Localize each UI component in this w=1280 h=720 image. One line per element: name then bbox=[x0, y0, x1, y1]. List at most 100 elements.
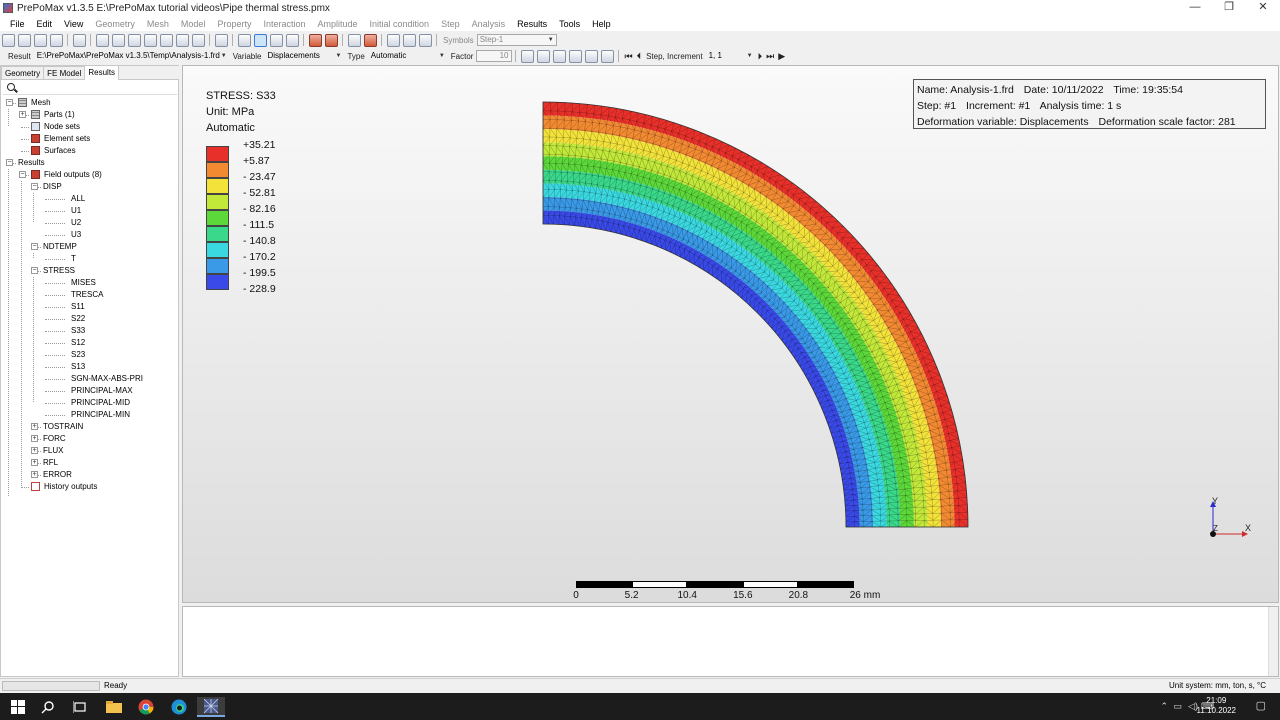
tree-node[interactable]: S12 bbox=[1, 337, 179, 349]
graphics-viewport[interactable]: STRESS: S33 Unit: MPa Automatic +35.21 +5… bbox=[182, 65, 1279, 603]
task-view-icon[interactable] bbox=[66, 697, 94, 717]
tree-node[interactable]: Surfaces bbox=[1, 145, 179, 157]
show-icon[interactable] bbox=[386, 33, 400, 47]
left-view-icon[interactable] bbox=[159, 33, 173, 47]
tree-node[interactable]: + TOSTRAIN bbox=[1, 421, 179, 433]
wireframe-icon[interactable] bbox=[237, 33, 251, 47]
normal-view-icon[interactable] bbox=[191, 33, 205, 47]
right-view-icon[interactable] bbox=[175, 33, 189, 47]
save-icon[interactable] bbox=[49, 33, 63, 47]
taskbar-clock[interactable]: 21:09 11.10.2022 bbox=[1197, 696, 1236, 716]
menu-view[interactable]: View bbox=[58, 19, 89, 29]
collapse-icon[interactable]: − bbox=[19, 171, 26, 178]
console-scrollbar[interactable] bbox=[1268, 607, 1278, 676]
variable-combo[interactable]: Displacements ▼ bbox=[264, 50, 344, 62]
tree-node[interactable]: T bbox=[1, 253, 179, 265]
tree-node[interactable]: SGN-MAX-ABS-PRI bbox=[1, 373, 179, 385]
menu-edit[interactable]: Edit bbox=[31, 19, 59, 29]
collapse-icon[interactable]: − bbox=[31, 183, 38, 190]
tree-node[interactable]: + Parts (1) bbox=[1, 109, 179, 121]
tree-node[interactable]: S33 bbox=[1, 325, 179, 337]
expand-icon[interactable]: + bbox=[31, 423, 38, 430]
network-icon[interactable]: ▭ bbox=[1173, 701, 1182, 712]
hide-icon[interactable] bbox=[402, 33, 416, 47]
tree-search-input[interactable] bbox=[3, 82, 177, 95]
result-file-combo[interactable]: E:\PrePoMax\PrePoMax v1.3.5\Temp\Analysi… bbox=[34, 50, 230, 62]
type-combo[interactable]: Automatic ▼ bbox=[368, 50, 448, 62]
tree-node[interactable]: S13 bbox=[1, 361, 179, 373]
shaded-edges-icon[interactable] bbox=[253, 33, 267, 47]
tree-node[interactable]: S11 bbox=[1, 301, 179, 313]
remove-annotations-icon[interactable] bbox=[324, 33, 338, 47]
tree-node[interactable]: U2 bbox=[1, 217, 179, 229]
tree-node[interactable]: Element sets bbox=[1, 133, 179, 145]
prepomax-taskbar-icon[interactable] bbox=[197, 697, 225, 717]
tree-node[interactable]: + ERROR bbox=[1, 469, 179, 481]
import-icon[interactable] bbox=[33, 33, 47, 47]
tree-node[interactable]: ALL bbox=[1, 193, 179, 205]
previous-increment-icon[interactable]: ⏴ bbox=[637, 51, 642, 62]
tree-node[interactable]: PRINCIPAL-MIN bbox=[1, 409, 179, 421]
color-contours-icon[interactable] bbox=[552, 49, 566, 63]
tree-node[interactable]: − Field outputs (8) bbox=[1, 169, 179, 181]
expand-icon[interactable]: + bbox=[31, 435, 38, 442]
animate-icon[interactable] bbox=[600, 49, 614, 63]
top-view-icon[interactable] bbox=[127, 33, 141, 47]
tab-results[interactable]: Results bbox=[84, 65, 120, 80]
expand-icon[interactable]: + bbox=[31, 471, 38, 478]
tree-node[interactable]: S23 bbox=[1, 349, 179, 361]
windows-start-icon[interactable] bbox=[4, 697, 32, 717]
tree-node[interactable]: − Results bbox=[1, 157, 179, 169]
expand-icon[interactable]: + bbox=[31, 447, 38, 454]
collapse-icon[interactable]: − bbox=[31, 267, 38, 274]
menu-analysis[interactable]: Analysis bbox=[466, 19, 512, 29]
tree-node[interactable]: Node sets bbox=[1, 121, 179, 133]
open-file-icon[interactable] bbox=[17, 33, 31, 47]
first-increment-icon[interactable]: ⏮ bbox=[624, 51, 632, 62]
notifications-icon[interactable]: ▢ bbox=[1256, 699, 1266, 712]
clear-selection-icon[interactable] bbox=[363, 33, 377, 47]
menu-amplitude[interactable]: Amplitude bbox=[311, 19, 363, 29]
tab-fe-model[interactable]: FE Model bbox=[43, 66, 86, 79]
last-increment-icon[interactable]: ⏭ bbox=[766, 51, 774, 62]
menu-interaction[interactable]: Interaction bbox=[257, 19, 311, 29]
tree-node[interactable]: MISES bbox=[1, 277, 179, 289]
collapse-icon[interactable]: − bbox=[31, 243, 38, 250]
zoom-icon[interactable] bbox=[72, 33, 86, 47]
tab-geometry[interactable]: Geometry bbox=[1, 66, 45, 79]
next-increment-icon[interactable]: ⏵ bbox=[758, 51, 763, 62]
chrome-icon[interactable] bbox=[132, 697, 160, 717]
show-only-icon[interactable] bbox=[418, 33, 432, 47]
file-explorer-icon[interactable] bbox=[100, 697, 128, 717]
tree-node[interactable]: History outputs bbox=[1, 481, 179, 493]
tree-node[interactable]: TRESCA bbox=[1, 289, 179, 301]
shaded-icon[interactable] bbox=[269, 33, 283, 47]
expand-icon[interactable]: + bbox=[31, 459, 38, 466]
minimize-button[interactable]: — bbox=[1178, 0, 1212, 16]
output-console[interactable] bbox=[182, 606, 1279, 677]
play-icon[interactable]: ▶ bbox=[778, 51, 785, 62]
tree-node[interactable]: S22 bbox=[1, 313, 179, 325]
menu-mesh[interactable]: Mesh bbox=[141, 19, 175, 29]
new-file-icon[interactable] bbox=[1, 33, 15, 47]
tree-node[interactable]: PRINCIPAL-MID bbox=[1, 397, 179, 409]
contours-icon[interactable] bbox=[568, 49, 582, 63]
collapse-icon[interactable]: − bbox=[6, 159, 13, 166]
tree-node[interactable]: − NDTEMP bbox=[1, 241, 179, 253]
tree-node[interactable]: + FORC bbox=[1, 433, 179, 445]
undeformed-icon[interactable] bbox=[520, 49, 534, 63]
pick-icon[interactable] bbox=[347, 33, 361, 47]
search-icon[interactable] bbox=[34, 697, 62, 717]
tray-chevron-icon[interactable]: ⌃ bbox=[1160, 701, 1168, 712]
query-icon[interactable] bbox=[308, 33, 322, 47]
tree-node[interactable]: + FLUX bbox=[1, 445, 179, 457]
front-view-icon[interactable] bbox=[95, 33, 109, 47]
tree-node[interactable]: − DISP bbox=[1, 181, 179, 193]
menu-file[interactable]: File bbox=[4, 19, 31, 29]
section-view-icon[interactable] bbox=[285, 33, 299, 47]
collapse-icon[interactable]: − bbox=[6, 99, 13, 106]
isometric-view-icon[interactable] bbox=[214, 33, 228, 47]
edge-icon[interactable] bbox=[165, 697, 193, 717]
menu-model[interactable]: Model bbox=[175, 19, 212, 29]
menu-step[interactable]: Step bbox=[435, 19, 466, 29]
